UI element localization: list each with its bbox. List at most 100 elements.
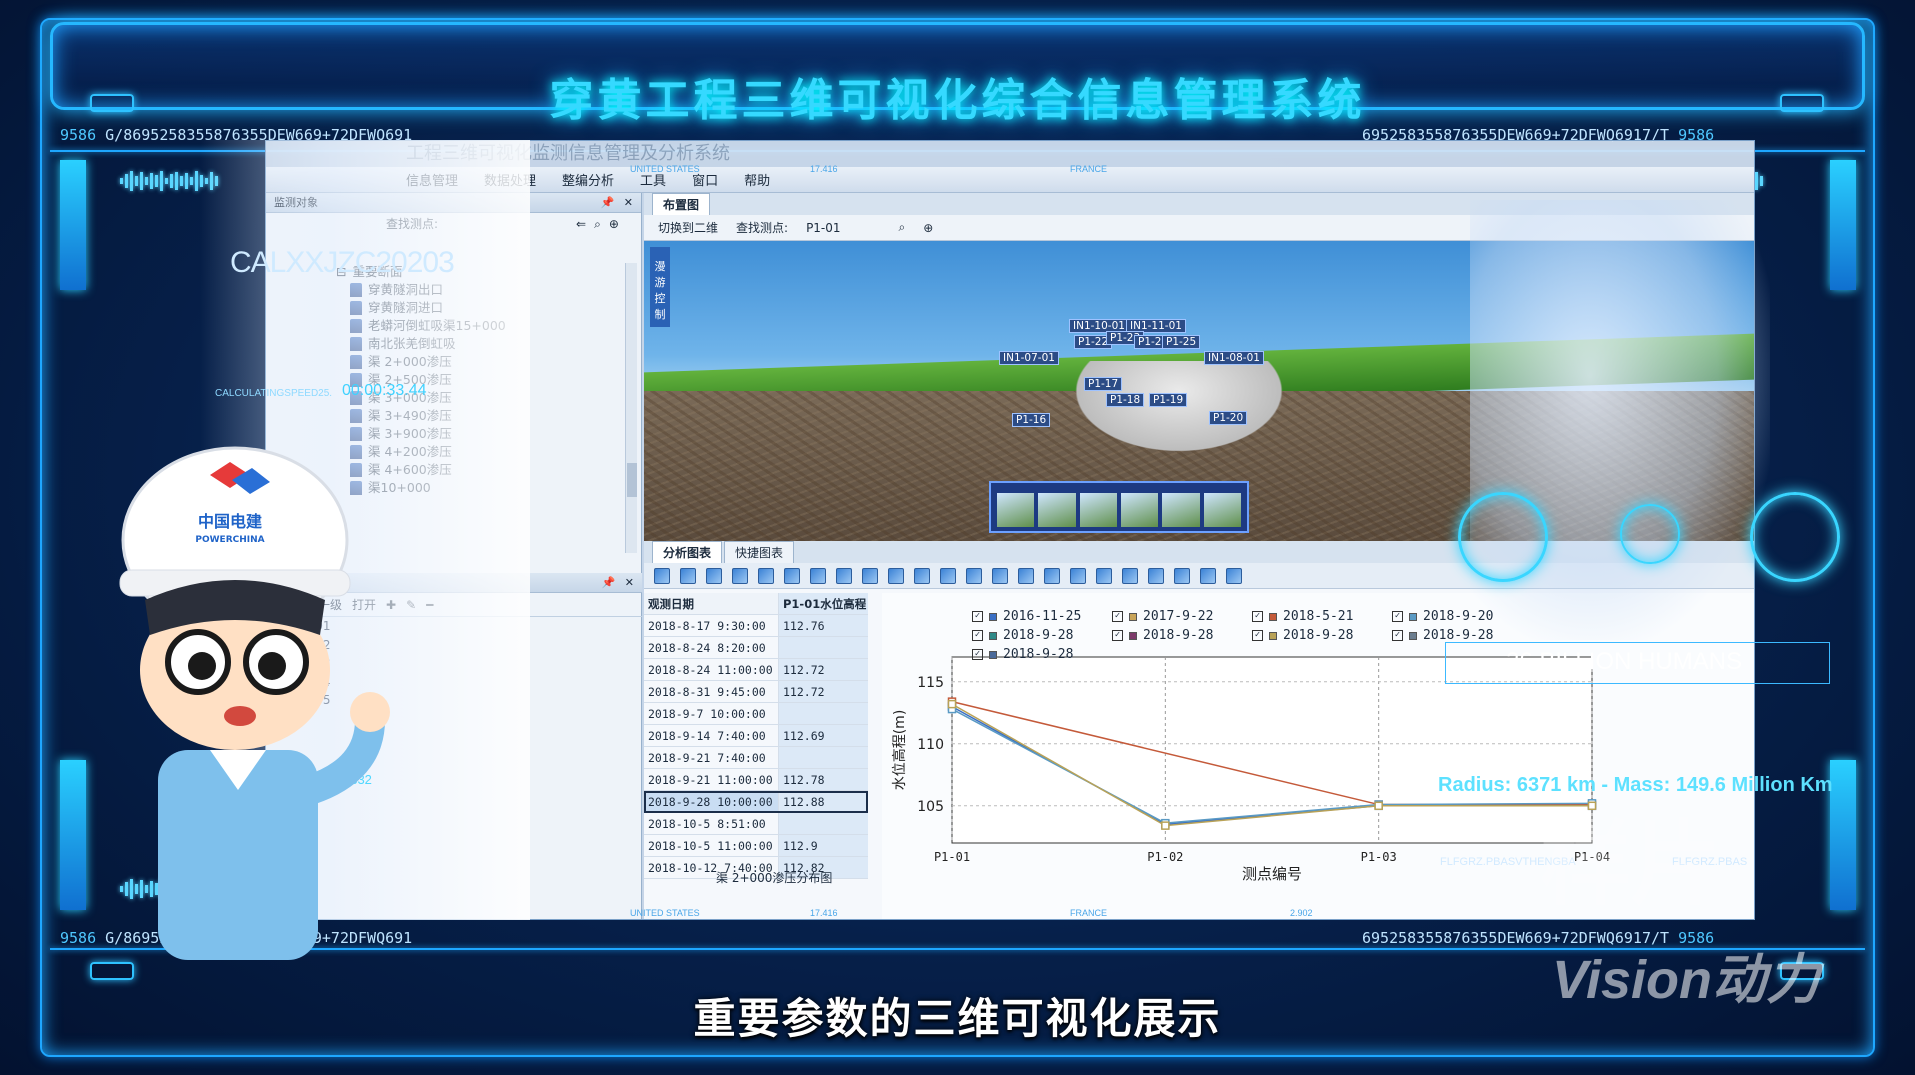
stop-icon[interactable] — [706, 567, 722, 584]
binoculars-icon[interactable]: ⌕ — [594, 213, 601, 235]
scene-point-label[interactable]: P1-20 — [1209, 411, 1248, 425]
table-row[interactable]: 2018-8-31 9:45:00 112.72 — [644, 681, 868, 703]
cell-date: 2018-9-21 7:40:00 — [644, 747, 779, 768]
bar-chart-icon[interactable] — [1044, 567, 1060, 584]
column-header-date[interactable]: 观测日期 — [644, 593, 779, 614]
checkbox-icon[interactable]: ✓ — [972, 611, 983, 622]
legend-item[interactable]: ✓ 2016-11-25 — [972, 609, 1112, 624]
3d-scene-view[interactable]: 漫游控制 IN1-10-01 IN1-11-01 P1-22 P1-23 P1-24 P1… — [644, 241, 1754, 541]
tree-scrollbar[interactable] — [625, 263, 637, 553]
tree-node[interactable]: 渠 2+000渗压 — [336, 353, 626, 371]
print-icon[interactable] — [1174, 567, 1190, 584]
chart-tool-icon[interactable] — [862, 567, 878, 584]
tree-node[interactable]: 穿黄隧洞进口 — [336, 299, 626, 317]
checkbox-icon[interactable]: ✓ — [972, 649, 983, 660]
table-row[interactable]: 2018-10-5 8:51:00 — [644, 813, 868, 835]
chart-tool-icon[interactable] — [810, 567, 826, 584]
chart-tool-icon[interactable] — [914, 567, 930, 584]
table-row[interactable]: 2018-9-21 11:00:00 112.78 — [644, 769, 868, 791]
locate-icon[interactable]: ⊕ — [923, 221, 933, 235]
tab-analysis-chart[interactable]: 分析图表 — [652, 541, 723, 563]
menu-compile-analysis[interactable]: 整编分析 — [562, 170, 614, 189]
table-row[interactable]: 2018-10-5 11:00:00 112.9 — [644, 835, 868, 857]
tree-node[interactable]: 老蟒河倒虹吸渠15+000 — [336, 317, 626, 335]
checkbox-icon[interactable]: ✓ — [1252, 611, 1263, 622]
scene-point-label[interactable]: P1-17 — [1084, 377, 1123, 391]
bar-chart-icon[interactable] — [966, 567, 982, 584]
thumbnail[interactable] — [1203, 493, 1241, 527]
thumbnail[interactable] — [1120, 493, 1159, 527]
legend-item[interactable]: ✓ 2017-9-22 — [1112, 609, 1252, 624]
scene-point-label[interactable]: P1-19 — [1149, 393, 1188, 407]
thumbnail[interactable] — [1079, 493, 1117, 527]
chart-tool-icon[interactable] — [836, 567, 852, 584]
export-icon[interactable] — [1200, 567, 1216, 584]
legend-item[interactable]: ✓ 2018-9-28 — [972, 647, 1112, 662]
table-icon[interactable] — [732, 567, 748, 584]
locate-icon[interactable]: ⊕ — [609, 213, 619, 235]
column-header-level[interactable]: P1-01水位高程 — [779, 593, 868, 614]
checkbox-icon[interactable]: ✓ — [1112, 611, 1123, 622]
checkbox-icon[interactable]: ✓ — [1392, 611, 1403, 622]
bar-chart-icon[interactable] — [992, 567, 1008, 584]
back-arrow-icon[interactable]: ⇐ — [576, 213, 586, 235]
table-row[interactable]: 2018-8-24 11:00:00 112.72 — [644, 659, 868, 681]
chart-tool-icon[interactable] — [654, 567, 670, 584]
legend-item[interactable]: ✓ 2018-9-28 — [972, 628, 1112, 643]
play-icon[interactable] — [680, 567, 696, 584]
table-row[interactable]: 2018-9-28 10:00:00 112.88 — [644, 791, 868, 813]
thumbnail[interactable] — [1162, 493, 1200, 527]
checkbox-icon[interactable]: ✓ — [1112, 630, 1123, 641]
line-chart-icon[interactable] — [1096, 567, 1112, 584]
checkbox-icon[interactable]: ✓ — [1392, 630, 1403, 641]
scene-point-label[interactable]: IN1-07-01 — [999, 351, 1059, 365]
chart-tool-icon[interactable] — [940, 567, 956, 584]
chart-tool-icon[interactable] — [888, 567, 904, 584]
scene-point-label[interactable]: P1-25 — [1162, 335, 1201, 349]
thumbnail[interactable] — [997, 493, 1035, 527]
save-icon[interactable] — [1148, 567, 1164, 584]
scene-point-label[interactable]: IN1-08-01 — [1204, 351, 1264, 365]
bar-chart-icon[interactable] — [1018, 567, 1034, 584]
checkbox-icon[interactable]: ✓ — [972, 630, 983, 641]
close-icon[interactable]: ✕ — [625, 576, 634, 589]
table-row[interactable]: 2018-8-17 9:30:00 112.76 — [644, 615, 868, 637]
tab-quick-chart[interactable]: 快捷图表 — [724, 541, 795, 563]
menu-data-processing[interactable]: 数据处理 — [484, 170, 536, 189]
thumbnail[interactable] — [1038, 493, 1076, 527]
settings-icon[interactable] — [1226, 567, 1242, 584]
close-icon[interactable]: ✕ — [624, 196, 633, 209]
switch-2d-button[interactable]: 切换到二维 — [658, 219, 718, 236]
binoculars-icon[interactable]: ⌕ — [899, 220, 906, 235]
tree-node[interactable]: 南北张羌倒虹吸 — [336, 335, 626, 353]
tree-node[interactable]: 穿黄隧洞出口 — [336, 281, 626, 299]
copy-icon[interactable] — [1122, 567, 1138, 584]
scrollbar-thumb[interactable] — [627, 463, 637, 497]
refresh-icon[interactable] — [784, 567, 800, 584]
scene-point-label[interactable]: P1-18 — [1106, 393, 1145, 407]
edit-icon[interactable]: ✎ — [406, 598, 416, 612]
legend-item[interactable]: ✓ 2018-9-28 — [1392, 628, 1532, 643]
roam-control[interactable]: 漫游控制 — [650, 247, 670, 327]
legend-item[interactable]: ✓ 2018-5-21 — [1252, 609, 1392, 624]
image-icon[interactable] — [758, 567, 774, 584]
table-row[interactable]: 2018-9-7 10:00:00 — [644, 703, 868, 725]
chart-bottom-tab[interactable]: 渠 2+000渗压分布图 — [716, 869, 832, 886]
legend-item[interactable]: ✓ 2018-9-20 — [1392, 609, 1532, 624]
menu-info-management[interactable]: 信息管理 — [406, 170, 458, 189]
table-row[interactable]: 2018-9-14 7:40:00 112.69 — [644, 725, 868, 747]
checkbox-icon[interactable]: ✓ — [1252, 630, 1263, 641]
pin-icon[interactable]: 📌 — [602, 576, 616, 589]
legend-item[interactable]: ✓ 2018-9-28 — [1112, 628, 1252, 643]
find-point-value[interactable]: P1-01 — [806, 221, 840, 235]
bar-chart-icon[interactable] — [1070, 567, 1086, 584]
legend-item[interactable]: ✓ 2018-9-28 — [1252, 628, 1392, 643]
table-row[interactable]: 2018-8-24 8:20:00 — [644, 637, 868, 659]
tab-layout[interactable]: 布置图 — [652, 193, 711, 215]
pin-icon[interactable]: 📌 — [601, 196, 615, 209]
scene-point-label[interactable]: P1-16 — [1012, 413, 1051, 427]
table-row[interactable]: 2018-9-21 7:40:00 — [644, 747, 868, 769]
menu-help[interactable]: 帮助 — [744, 170, 770, 189]
view-thumbnails[interactable] — [989, 481, 1249, 533]
remove-icon[interactable]: ━ — [426, 598, 433, 612]
